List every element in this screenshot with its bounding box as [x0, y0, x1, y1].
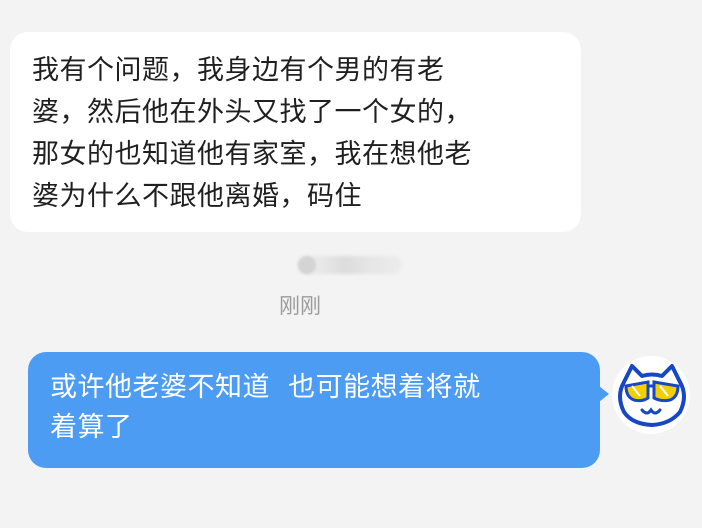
blurred-avatar-dot: [298, 256, 316, 274]
incoming-message-bubble[interactable]: 我有个问题，我身边有个男的有老 婆，然后他在外头又找了一个女的， 那女的也知道他…: [10, 32, 581, 232]
outgoing-message-text: 或许他老婆不知道 也可能想着将就 着算了: [50, 372, 481, 443]
message-timestamp: 刚刚: [279, 294, 321, 318]
cat-with-sunglasses-icon: [618, 364, 686, 427]
outgoing-message-bubble[interactable]: 或许他老婆不知道 也可能想着将就 着算了: [28, 352, 609, 468]
avatar[interactable]: [612, 356, 690, 434]
incoming-message-text: 我有个问题，我身边有个男的有老 婆，然后他在外头又找了一个女的， 那女的也知道他…: [32, 55, 472, 212]
